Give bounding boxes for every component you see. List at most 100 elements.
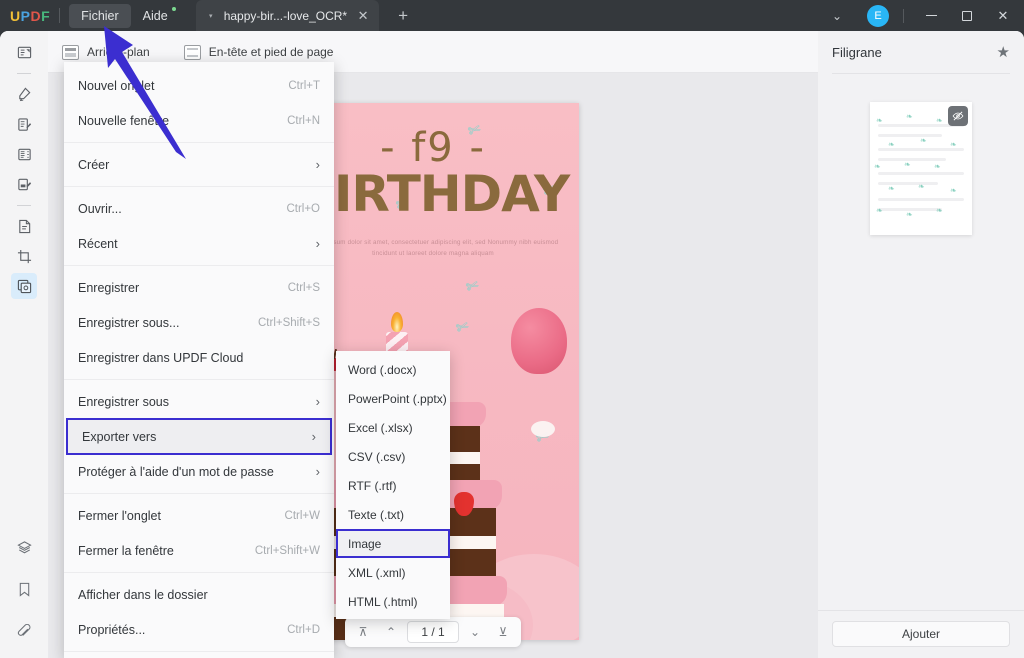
menu-item-label: Fermer la fenêtre [78,543,174,558]
organize-pages-icon[interactable] [11,141,37,167]
submenu-item-xml[interactable]: XML (.xml) [336,558,450,587]
menu-item-label: Fermer l'onglet [78,508,161,523]
rail-bottom-group [11,534,37,658]
updf-window: UPDF Fichier Aide ▾ happy-bir...-love_OC… [0,0,1024,658]
chevron-right-icon: › [315,157,320,172]
tab-list-chevron-icon[interactable]: ⌄ [821,9,853,23]
submenu-item-rtf[interactable]: RTF (.rtf) [336,471,450,500]
logo-letter-d: D [30,7,42,24]
logo-letter-f: F [41,7,51,24]
menu-item-new-tab[interactable]: Nouvel onglet Ctrl+T [64,68,334,103]
submenu-item-text[interactable]: Texte (.txt) [336,500,450,529]
menu-item-label: Enregistrer sous... [78,315,180,330]
background-label: Arrière-plan [87,45,150,59]
avatar[interactable]: E [867,4,889,27]
menu-fichier[interactable]: Fichier [69,3,131,28]
menu-item-protect-password[interactable]: Protéger à l'aide d'un mot de passe › [64,454,334,489]
menu-item-label: Enregistrer sous [78,394,170,409]
menu-item-label: Nouvelle fenêtre [78,113,170,128]
menu-item-recent[interactable]: Récent › [64,226,334,261]
close-tab-icon[interactable]: ✕ [355,8,371,24]
menu-separator [64,379,334,380]
main-body: Arrière-plan En-tête et pied de page ✄ ✄… [0,31,1024,658]
menu-item-label: Nouvel onglet [78,78,155,93]
menu-item-save-as[interactable]: Enregistrer sous... Ctrl+Shift+S [64,305,334,340]
submenu-item-html[interactable]: HTML (.html) [336,587,450,616]
menu-separator [64,142,334,143]
background-button[interactable]: Arrière-plan [62,44,150,60]
menu-separator [64,651,334,652]
menu-item-label: Protéger à l'aide d'un mot de passe [78,464,274,479]
submenu-item-powerpoint[interactable]: PowerPoint (.pptx) [336,384,450,413]
file-menu: Nouvel onglet Ctrl+T Nouvelle fenêtre Ctrl… [64,62,334,658]
add-watermark-button[interactable]: Ajouter [832,621,1010,647]
new-tab-button[interactable]: + [393,6,413,26]
menu-item-new-window[interactable]: Nouvelle fenêtre Ctrl+N [64,103,334,138]
submenu-item-csv[interactable]: CSV (.csv) [336,442,450,471]
document-tab-label: happy-bir...-love_OCR* [223,8,348,23]
left-toolbar-rail [0,31,48,658]
menu-item-shortcut: Ctrl+S [287,281,320,294]
candle-flame [390,312,403,332]
ocr-icon[interactable] [11,213,37,239]
layers-icon[interactable] [11,534,37,560]
menu-item-shortcut: Ctrl+Shift+S [258,316,320,329]
menu-item-close-window[interactable]: Fermer la fenêtre Ctrl+Shift+W [64,533,334,568]
page-number-input[interactable]: 1 / 1 [407,621,459,643]
attachment-icon[interactable] [11,618,37,644]
last-page-button[interactable]: ⊻ [491,620,515,644]
menu-item-shortcut: Ctrl+T [288,79,320,92]
document-tab[interactable]: ▾ happy-bir...-love_OCR* ✕ [195,0,380,31]
bookmark-icon[interactable] [11,576,37,602]
window-maximize-button[interactable] [950,0,984,31]
menu-item-properties[interactable]: Propriétés... Ctrl+D [64,612,334,647]
menu-aide-label: Aide [142,8,168,23]
panel-footer-divider [818,610,1024,611]
menu-item-label: Afficher dans le dossier [78,587,208,602]
prev-page-button[interactable]: ⌃ [379,620,403,644]
rail-separator-1 [17,73,31,74]
header-footer-label: En-tête et pied de page [208,45,334,59]
window-minimize-button[interactable] [914,0,948,31]
menu-aide[interactable]: Aide [131,4,180,28]
menu-item-close-tab[interactable]: Fermer l'onglet Ctrl+W [64,498,334,533]
chevron-down-icon[interactable]: ▾ [206,12,216,20]
menu-item-shortcut: Ctrl+O [286,202,320,215]
menu-item-label: Récent [78,236,118,251]
window-close-button[interactable]: ✕ [986,0,1020,31]
titlebar-divider-2 [903,8,904,23]
form-icon[interactable] [11,171,37,197]
edit-pdf-icon[interactable] [11,111,37,137]
watermark-panel: Filigrane ★ ❧ ❧ ❧ ❧ ❧ ❧ ❧ ❧ ❧ ❧ ❧ ❧ ❧ ❧ … [818,31,1024,658]
menu-item-show-in-folder[interactable]: Afficher dans le dossier [64,577,334,612]
bow-decoration [530,421,555,437]
first-page-button[interactable]: ⊼ [351,620,375,644]
titlebar-right-controls: ⌄ E ✕ [821,0,1024,31]
submenu-item-image[interactable]: Image [336,529,450,558]
page-tools-icon[interactable] [11,273,37,299]
favorite-star-icon[interactable]: ★ [997,43,1010,61]
menu-item-save-as-submenu[interactable]: Enregistrer sous › [64,384,334,419]
watermark-preview-thumbnail[interactable]: ❧ ❧ ❧ ❧ ❧ ❧ ❧ ❧ ❧ ❧ ❧ ❧ ❧ ❧ ❧ [870,102,972,235]
menu-separator [64,265,334,266]
logo-letter-p: P [20,7,31,24]
header-footer-icon [183,44,201,60]
submenu-item-word[interactable]: Word (.docx) [336,355,450,384]
menu-item-export-to[interactable]: Exporter vers › [66,418,332,455]
menu-item-create[interactable]: Créer › [64,147,334,182]
menu-item-open[interactable]: Ouvrir... Ctrl+O [64,191,334,226]
crop-icon[interactable] [11,243,37,269]
menu-item-label: Ouvrir... [78,201,122,216]
header-footer-button[interactable]: En-tête et pied de page [183,44,334,60]
reader-icon[interactable] [11,39,37,65]
menu-item-save-to-cloud[interactable]: Enregistrer dans UPDF Cloud [64,340,334,375]
highlight-icon[interactable] [11,81,37,107]
next-page-button[interactable]: ⌄ [463,620,487,644]
chevron-right-icon: › [315,464,320,479]
submenu-item-excel[interactable]: Excel (.xlsx) [336,413,450,442]
watermark-hide-icon[interactable] [948,106,968,126]
background-icon [62,44,79,60]
app-logo: UPDF [10,8,50,24]
menu-item-save[interactable]: Enregistrer Ctrl+S [64,270,334,305]
logo-letter-u: U [10,7,21,24]
